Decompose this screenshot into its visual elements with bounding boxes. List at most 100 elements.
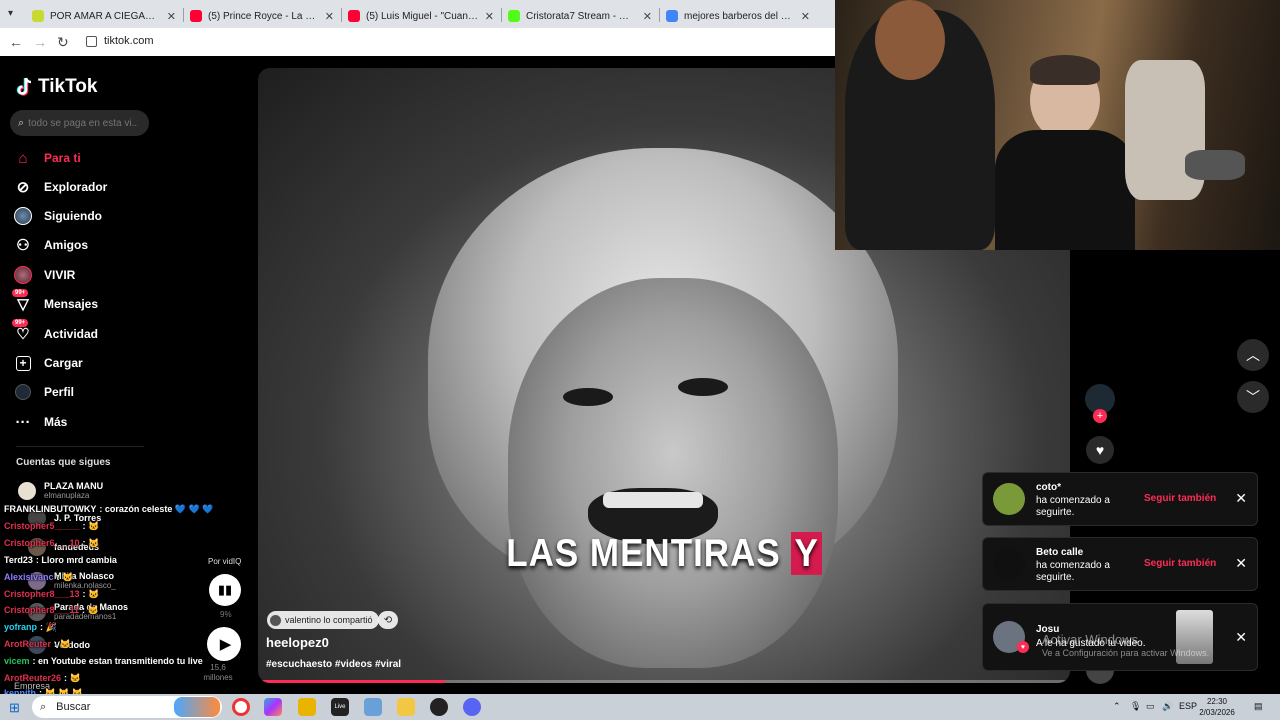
notification-message: ha comenzado a seguirte. — [1036, 495, 1110, 518]
nav-label: Más — [44, 415, 68, 429]
live-app-icon[interactable]: Live — [331, 698, 349, 716]
repost-icon[interactable]: ⟲ — [378, 611, 398, 629]
video-username[interactable]: heelopez0 — [266, 635, 329, 650]
nav-perfil[interactable]: Perfil — [14, 381, 74, 403]
taskbar-clock[interactable]: 22:30 2/03/2026 — [1197, 696, 1237, 718]
discord-icon[interactable] — [463, 698, 481, 716]
back-icon[interactable]: ← — [9, 34, 23, 50]
chat-text: : 🐱 — [82, 521, 100, 531]
nav-vivir[interactable]: VIVIR — [14, 264, 75, 286]
heart-icon: ♥ — [1095, 442, 1105, 458]
chat-user: ArotReuter26 — [4, 673, 62, 683]
unread-badge: 99+ — [12, 289, 29, 297]
taskbar-search[interactable]: ⌕ Buscar — [32, 696, 222, 718]
tiktok-note-icon — [16, 77, 32, 96]
kick-icon — [508, 10, 520, 22]
chat-text: : corazón celeste 💙 💙 💙 — [99, 504, 214, 514]
previous-video-button[interactable]: ︿ — [1237, 339, 1269, 371]
folder-icon[interactable] — [397, 698, 415, 716]
speaker-icon[interactable]: 🔊 — [1162, 701, 1173, 712]
vidiq-label: Por vidIQ — [208, 557, 242, 566]
close-icon[interactable]: ✕ — [485, 10, 494, 23]
reload-icon[interactable]: ↻ — [57, 34, 69, 51]
tiktok-logo[interactable]: TikTok — [16, 76, 97, 98]
copilot-icon[interactable] — [264, 698, 282, 716]
video-frame-eye — [678, 378, 728, 396]
obs-icon[interactable] — [430, 698, 448, 716]
nav-mas[interactable]: ··· Más — [14, 411, 68, 433]
close-icon[interactable]: ✕ — [325, 10, 334, 23]
follow-plus-icon[interactable]: + — [1093, 409, 1107, 423]
notification-center-icon[interactable]: ▤ — [1254, 701, 1263, 712]
following-account[interactable]: PLAZA MANU elmanuplaza — [18, 481, 103, 500]
unread-badge: 99+ — [12, 319, 29, 327]
vidiq-stats-button[interactable]: ▮▮ — [209, 574, 241, 606]
browser-tab[interactable]: POR AMAR A CIEGAS - Arcángel ✕ — [26, 4, 182, 28]
play-button[interactable]: ▶ — [207, 627, 241, 661]
chat-message: Alexisivanc: 🐱 — [4, 572, 73, 583]
close-icon[interactable]: ✕ — [1235, 629, 1247, 646]
windows-start-icon[interactable]: ⊞ — [9, 700, 20, 716]
notification-toast: coto* ha comenzado a seguirte. Seguir ta… — [982, 472, 1258, 526]
browser-tab[interactable]: mejores barberos del mundo - ✕ — [660, 4, 816, 28]
browser-tab[interactable]: (5) Luis Miguel - "Cuando Calie ✕ — [342, 4, 500, 28]
browser-tab[interactable]: (5) Prince Royce - La Carretera ✕ — [184, 4, 340, 28]
video-hashtags[interactable]: #escuchaesto #videos #viral — [266, 659, 401, 670]
youtube-icon — [348, 10, 360, 22]
browser-tab[interactable]: Cristorata7 Stream - Watch Live ✕ — [502, 4, 658, 28]
close-icon[interactable]: ✕ — [801, 10, 810, 23]
url-field[interactable]: tiktok.com — [104, 35, 154, 47]
nav-explorador[interactable]: ⊘ Explorador — [14, 176, 108, 198]
windows-taskbar: ⊞ ⌕ Buscar Live ⌃ 🎙 ▭ 🔊 ESP 22:30 2/03/20… — [0, 694, 1280, 720]
profile-icon — [14, 383, 32, 401]
chat-message: vicem: en Youtube estan transmitiendo tu… — [4, 656, 203, 666]
close-icon[interactable]: ✕ — [1235, 490, 1247, 507]
nav-para-ti[interactable]: ⌂ Para ti — [14, 147, 80, 169]
webcam-chair — [1125, 60, 1205, 200]
language-indicator[interactable]: ESP — [1179, 701, 1197, 711]
close-icon[interactable]: ✕ — [1235, 555, 1247, 572]
tab-title: (5) Prince Royce - La Carretera — [208, 10, 319, 22]
follow-back-button[interactable]: Seguir también — [1144, 558, 1216, 569]
follow-back-button[interactable]: Seguir también — [1144, 493, 1216, 504]
site-info-icon[interactable] — [86, 36, 97, 47]
chat-text: : 🐱 — [82, 605, 99, 615]
clock-date: 2/03/2026 — [1199, 708, 1235, 717]
close-icon[interactable]: ✕ — [643, 10, 652, 23]
chat-user: ArotReuter — [4, 639, 52, 649]
chat-message: Cristopher6___10: 🐱 — [4, 538, 99, 549]
nav-siguiendo[interactable]: Siguiendo — [14, 205, 102, 227]
chat-user: yofranp — [4, 622, 38, 632]
video-frame-face — [508, 278, 838, 668]
nav-mensajes[interactable]: ▽ 99+ Mensajes — [12, 289, 98, 315]
chat-text: : 🎉 — [40, 622, 57, 632]
notification-toast: Beto calle ha comenzado a seguirte. Segu… — [982, 537, 1258, 591]
network-icon[interactable]: ▭ — [1146, 701, 1155, 712]
chat-text: : 🐱 — [82, 589, 100, 599]
microphone-icon[interactable]: 🎙 — [1130, 701, 1141, 712]
video-progress-bar[interactable] — [258, 680, 1070, 683]
search-input[interactable] — [28, 117, 139, 129]
search-box[interactable]: ⌕ — [10, 110, 149, 136]
tab-list-icon[interactable]: ▾ — [8, 8, 13, 19]
activate-windows-subtext: Ve a Configuración para activar Windows. — [1042, 648, 1210, 658]
document-icon[interactable] — [364, 698, 382, 716]
shared-by-chip[interactable]: valentino lo compartió — [267, 611, 379, 629]
close-icon[interactable]: ✕ — [167, 10, 176, 23]
youtube-icon — [190, 10, 202, 22]
search-icon: ⌕ — [40, 700, 47, 713]
chevron-up-icon[interactable]: ⌃ — [1113, 701, 1121, 712]
like-button[interactable]: ♥ — [1086, 436, 1114, 464]
chat-text: : 🐱 — [54, 639, 71, 649]
live-icon — [14, 266, 32, 284]
upload-icon: + — [14, 354, 32, 372]
forward-icon[interactable]: → — [33, 34, 47, 50]
next-video-button[interactable]: ﹀ — [1237, 381, 1269, 413]
taskbar-search-label: Buscar — [56, 701, 91, 713]
nav-cargar[interactable]: + Cargar — [14, 352, 83, 374]
app-icon[interactable] — [298, 698, 316, 716]
chrome-icon[interactable] — [232, 698, 250, 716]
nav-actividad[interactable]: ♡ 99+ Actividad — [12, 319, 98, 345]
chat-user: Cristopher6___10 — [4, 538, 80, 548]
nav-amigos[interactable]: ⚇ Amigos — [14, 234, 88, 256]
